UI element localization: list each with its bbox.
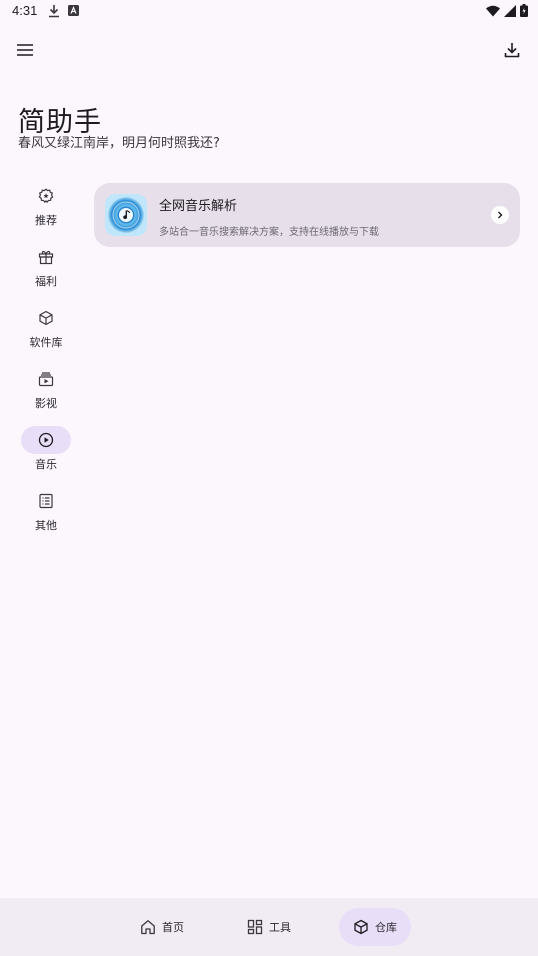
nav-label: 其他	[35, 519, 57, 532]
nav-pill	[21, 182, 71, 210]
music-parse-card[interactable]: 全网音乐解析 多站合一音乐搜索解决方案，支持在线播放与下载	[94, 183, 520, 247]
page-subtitle: 春风又绿江南岸，明月何时照我还?	[18, 136, 220, 151]
hamburger-menu-icon	[17, 44, 33, 56]
bottom-nav-tools[interactable]: 工具	[233, 908, 305, 946]
side-nav-item-video[interactable]: 影视	[21, 365, 71, 426]
nav-pill	[21, 487, 71, 515]
cube-icon	[39, 310, 53, 326]
bottom-nav-home[interactable]: 首页	[126, 908, 198, 946]
nav-label: 影视	[35, 397, 57, 410]
side-nav: 推荐 福利 软件库 影视 音乐 其他	[21, 182, 73, 548]
tv-play-icon	[38, 372, 54, 387]
home-icon	[141, 920, 155, 935]
card-title: 全网音乐解析	[159, 199, 238, 214]
nav-label: 福利	[35, 275, 57, 288]
bottom-nav: 首页 工具 仓库	[0, 898, 538, 956]
cube-icon	[354, 919, 368, 935]
nav-label: 软件库	[29, 336, 63, 349]
side-nav-item-music[interactable]: 音乐	[21, 426, 71, 487]
grid-icon	[247, 919, 263, 935]
download-icon	[504, 43, 520, 58]
battery-icon	[520, 4, 528, 17]
chevron-right-icon	[498, 211, 503, 219]
nav-label: 推荐	[35, 214, 57, 227]
card-description: 多站合一音乐搜索解决方案，支持在线播放与下载	[159, 227, 379, 238]
nav-pill-active	[21, 426, 71, 454]
nav-label: 音乐	[35, 458, 57, 471]
bottom-nav-repository[interactable]: 仓库	[339, 908, 411, 946]
wifi-icon	[486, 5, 500, 16]
bottom-nav-label: 首页	[162, 921, 184, 934]
menu-button[interactable]	[10, 36, 40, 64]
signal-icon	[504, 4, 516, 17]
music-disc-icon	[105, 194, 147, 236]
bottom-nav-label: 工具	[269, 921, 291, 934]
side-nav-item-software[interactable]: 软件库	[21, 304, 71, 365]
side-nav-item-welfare[interactable]: 福利	[21, 243, 71, 304]
list-icon	[39, 493, 53, 509]
status-time: 4:31	[12, 3, 38, 18]
play-circle-icon	[38, 432, 54, 448]
screen: 4:31 简助手 春风又绿江南岸，明月何时照我还? 推荐 福利 软件库 影视 音…	[0, 0, 538, 956]
gift-icon	[38, 250, 54, 265]
app-notification-icon	[68, 5, 79, 16]
download-notification-icon	[49, 5, 59, 18]
gear-star-icon	[38, 188, 54, 203]
download-button[interactable]	[498, 36, 526, 64]
status-bar: 4:31	[0, 0, 538, 24]
card-open-button[interactable]	[491, 206, 509, 224]
nav-pill	[21, 304, 71, 332]
nav-pill	[21, 365, 71, 393]
bottom-nav-label: 仓库	[375, 921, 397, 934]
status-icons	[486, 4, 528, 17]
side-nav-item-other[interactable]: 其他	[21, 487, 71, 548]
nav-pill	[21, 243, 71, 271]
side-nav-item-recommend[interactable]: 推荐	[21, 182, 71, 243]
